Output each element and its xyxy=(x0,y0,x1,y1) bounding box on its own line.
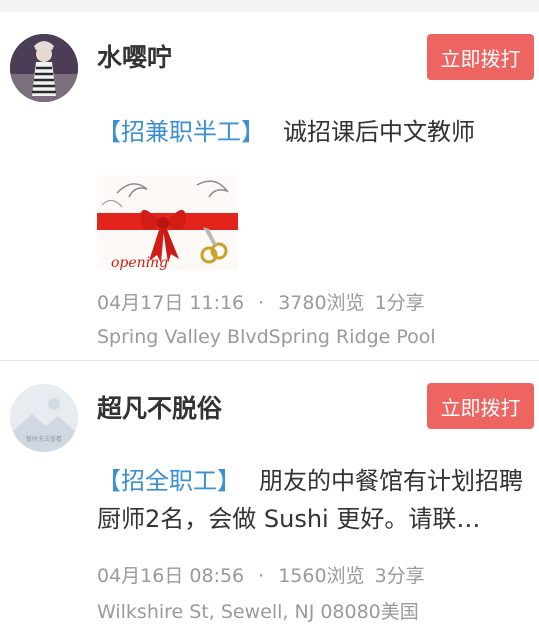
separator-dot: · xyxy=(258,565,265,587)
post-location: Wilkshire St, Sewell, NJ 08080美国 xyxy=(97,601,419,623)
post-meta: 04月16日 08:56 · 1560浏览 3分享 xyxy=(97,561,425,588)
avatar-placeholder-text: 暂时无法查看 xyxy=(26,435,62,443)
post-text: 诚招课后中文教师 xyxy=(283,118,475,146)
post-card[interactable]: 暂时无法查看 超凡不脱俗 立即拨打 【招全职工】 朋友的中餐馆有计划招聘厨师2名，… xyxy=(0,361,539,640)
avatar[interactable]: 暂时无法查看 xyxy=(10,384,78,452)
share-count: 1分享 xyxy=(374,292,425,314)
view-count: 1560浏览 xyxy=(278,565,365,587)
post-content[interactable]: 【招兼职半工】 诚招课后中文教师 xyxy=(97,113,527,151)
svg-text:opening: opening xyxy=(111,255,168,270)
view-count: 3780浏览 xyxy=(278,292,365,314)
post-image[interactable]: opening xyxy=(97,175,238,270)
separator-dot: · xyxy=(258,292,265,314)
post-card[interactable]: 水嘤咛 立即拨打 【招兼职半工】 诚招课后中文教师 opening 04月17日 … xyxy=(0,12,539,360)
call-now-button[interactable]: 立即拨打 xyxy=(427,383,534,429)
user-photo-avatar-icon xyxy=(10,34,78,102)
post-content[interactable]: 【招全职工】 朋友的中餐馆有计划招聘厨师2名，会做 Sushi 更好。请联… xyxy=(97,462,527,538)
share-count: 3分享 xyxy=(374,565,425,587)
post-datetime: 04月17日 11:16 xyxy=(97,292,245,314)
post-tag: 【招全职工】 xyxy=(97,467,241,495)
post-datetime: 04月16日 08:56 xyxy=(97,565,245,587)
user-name[interactable]: 水嘤咛 xyxy=(97,38,172,74)
placeholder-mountain-avatar-icon: 暂时无法查看 xyxy=(10,384,78,452)
post-tag: 【招兼职半工】 xyxy=(97,118,265,146)
user-name[interactable]: 超凡不脱俗 xyxy=(97,389,222,425)
grand-opening-ribbon-image-icon: opening xyxy=(97,175,238,270)
call-now-button[interactable]: 立即拨打 xyxy=(427,34,534,80)
post-meta: 04月17日 11:16 · 3780浏览 1分享 xyxy=(97,288,425,315)
top-strip xyxy=(0,0,539,12)
avatar[interactable] xyxy=(10,34,78,102)
post-location: Spring Valley BlvdSpring Ridge Pool xyxy=(97,326,436,348)
